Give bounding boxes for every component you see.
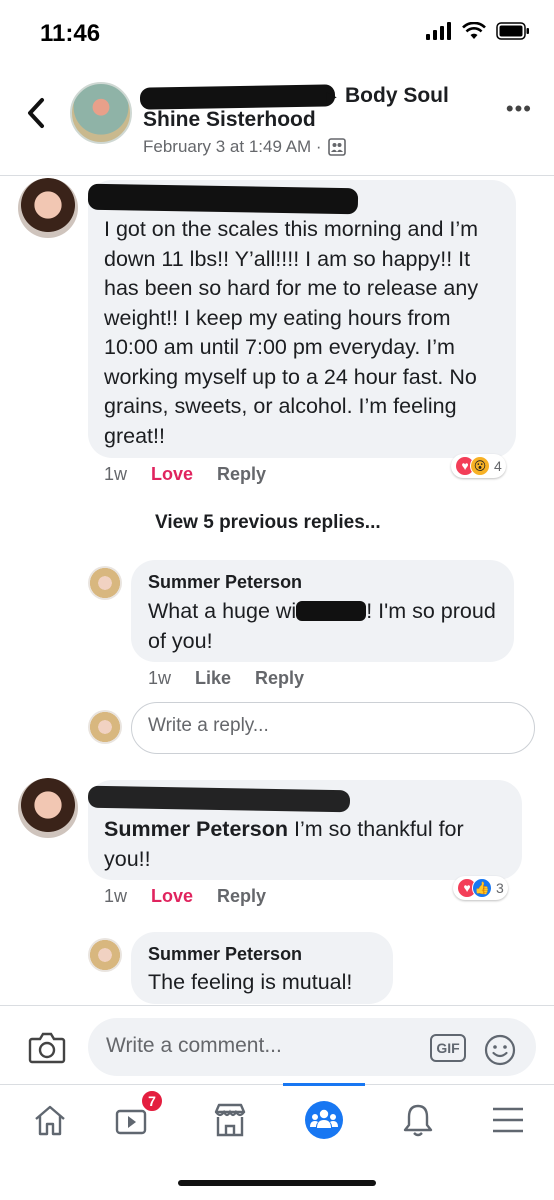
love-reaction-button[interactable]: Love [151, 886, 193, 907]
reaction-summary[interactable]: ♥ 😮 4 [451, 454, 506, 478]
comment-time: 1w [104, 464, 128, 484]
comment-text: I got on the scales this morning and I’m… [104, 217, 479, 448]
battery-icon [496, 22, 529, 40]
redacted-commenter-name [87, 183, 359, 215]
current-user-avatar [88, 710, 122, 744]
reply-text: What a huge wi! I'm so proud of you! [148, 597, 508, 656]
mentioned-user[interactable]: Summer Peterson [104, 817, 288, 841]
wifi-icon [462, 22, 486, 39]
reply-bubble[interactable]: Summer Peterson The feeling is mutual! [131, 932, 393, 1004]
reply-button[interactable]: Reply [217, 886, 266, 907]
reply-button[interactable]: Reply [217, 464, 266, 485]
redacted-mention [296, 601, 367, 621]
replier-avatar[interactable] [88, 566, 122, 600]
active-tab-indicator [283, 1083, 365, 1086]
like-reaction-icon: 👍 [472, 878, 492, 898]
gif-button[interactable]: GIF [430, 1034, 466, 1062]
group-name-continued[interactable]: Shine Sisterhood [143, 108, 316, 132]
reply-text: The feeling is mutual! [148, 970, 353, 994]
reply-time: 1w [148, 668, 172, 688]
redacted-author-name [139, 84, 336, 110]
tab-home[interactable] [20, 1095, 80, 1145]
marketplace-icon [214, 1103, 246, 1137]
bell-icon [403, 1104, 433, 1137]
reply-actions: 1w Like Reply [148, 668, 304, 689]
comment-composer: Write a comment... GIF [0, 1005, 554, 1085]
reaction-count: 3 [496, 880, 504, 896]
status-icons [426, 22, 530, 40]
reaction-summary[interactable]: ♥ 👍 3 [453, 876, 508, 900]
more-options-icon[interactable]: ••• [506, 96, 532, 122]
reply-author[interactable]: Summer Peterson [148, 944, 302, 965]
tab-menu[interactable] [478, 1095, 538, 1145]
redacted-commenter-name [87, 785, 351, 813]
group-avatar[interactable] [70, 82, 132, 144]
status-time: 11:46 [40, 20, 101, 47]
comment-bubble[interactable]: Summer Peterson I’m so thankful for you!… [87, 780, 522, 880]
tab-marketplace[interactable] [200, 1095, 260, 1145]
comment-bubble[interactable]: I got on the scales this morning and I’m… [87, 180, 516, 458]
comment-actions: 1w Love Reply [104, 464, 266, 485]
post-date-text: February 3 at 1:49 AM · [143, 137, 322, 156]
tab-groups[interactable] [294, 1095, 354, 1145]
post-date: February 3 at 1:49 AM · [143, 137, 346, 157]
tab-notifications[interactable] [388, 1095, 448, 1145]
group-privacy-icon [327, 138, 346, 156]
cellular-signal-icon [426, 22, 451, 40]
groups-icon [305, 1101, 343, 1139]
replier-avatar[interactable] [88, 938, 122, 972]
back-chevron-icon[interactable] [22, 96, 50, 130]
reaction-count: 4 [494, 458, 502, 474]
comment-actions: 1w Love Reply [104, 886, 266, 907]
like-button[interactable]: Like [195, 668, 231, 689]
notification-badge: 7 [140, 1089, 164, 1113]
camera-icon[interactable] [28, 1030, 66, 1064]
status-bar: 11:46 [0, 0, 554, 70]
reply-input[interactable]: Write a reply... [131, 702, 535, 754]
home-indicator [178, 1180, 376, 1186]
arrow-right-icon: ▶ [326, 88, 337, 104]
comment-text: Summer Peterson I’m so thankful for you!… [104, 815, 514, 874]
view-previous-replies[interactable]: View 5 previous replies... [155, 512, 381, 534]
post-header: ▶ Body Soul Shine Sisterhood February 3 … [0, 72, 554, 176]
reply-button[interactable]: Reply [255, 668, 304, 689]
home-icon [35, 1105, 65, 1136]
bottom-tab-bar: 7 [0, 1083, 554, 1154]
love-reaction-button[interactable]: Love [151, 464, 193, 485]
wow-reaction-icon: 😮 [470, 456, 490, 476]
reply-text-start: What a huge wi [148, 599, 297, 623]
reply-author[interactable]: Summer Peterson [148, 572, 302, 593]
comment-input[interactable]: Write a comment... [88, 1018, 536, 1076]
group-name[interactable]: Body Soul [345, 84, 449, 108]
comment-time: 1w [104, 886, 128, 906]
commenter-avatar[interactable] [18, 178, 78, 238]
emoji-icon[interactable] [484, 1034, 516, 1066]
reply-bubble[interactable]: Summer Peterson What a huge wi! I'm so p… [131, 560, 514, 662]
menu-icon [493, 1107, 523, 1133]
commenter-avatar[interactable] [18, 778, 78, 838]
